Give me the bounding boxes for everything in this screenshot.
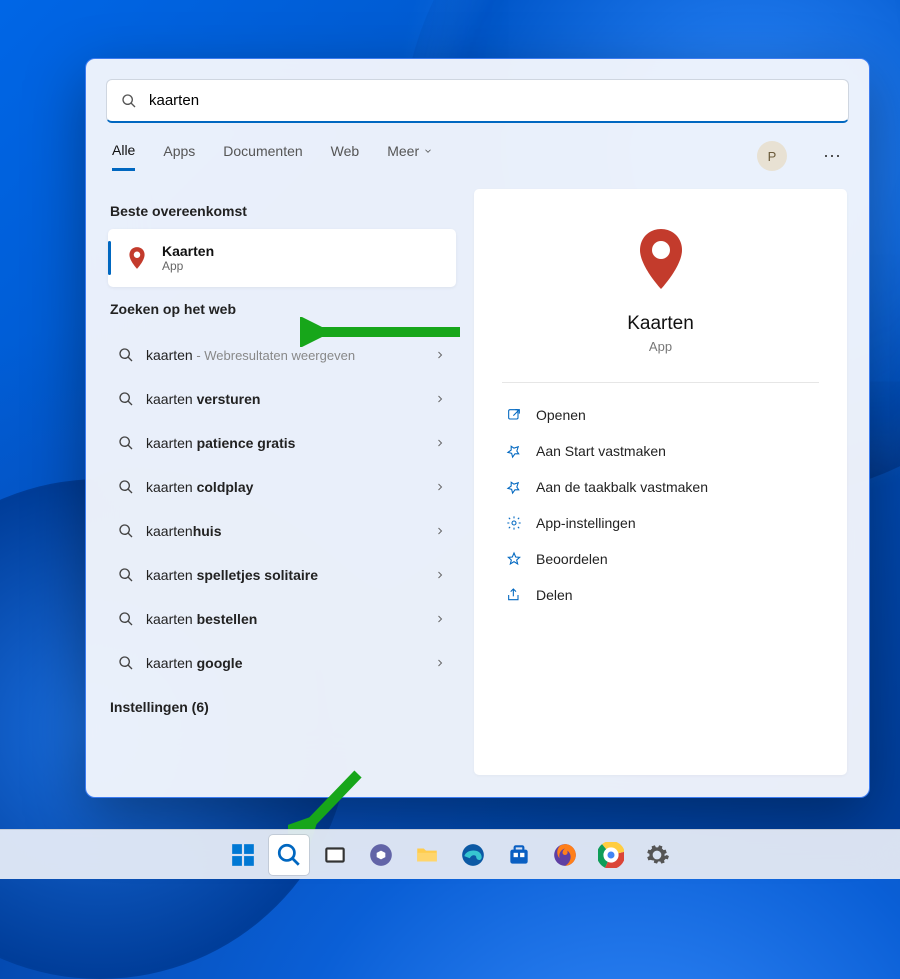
- taskbar: [0, 829, 900, 879]
- web-result-text: kaarten patience gratis: [146, 435, 434, 451]
- action-label: Delen: [536, 587, 573, 603]
- open-icon: [506, 407, 522, 423]
- folder-icon: [414, 842, 440, 868]
- chevron-right-icon: [434, 657, 446, 669]
- best-match-result[interactable]: Kaarten App: [108, 229, 456, 287]
- pin-icon: [506, 479, 522, 495]
- results-column: Beste overeenkomst Kaarten App Zoeken op…: [108, 189, 456, 775]
- search-icon: [276, 842, 302, 868]
- best-match-subtitle: App: [162, 259, 214, 273]
- maps-app-icon: [124, 245, 150, 271]
- tab-web[interactable]: Web: [331, 143, 360, 169]
- action-pin[interactable]: Aan de taakbalk vastmaken: [502, 469, 819, 505]
- chevron-right-icon: [434, 393, 446, 405]
- search-icon: [118, 347, 134, 363]
- edge-icon: [460, 842, 486, 868]
- search-icon: [118, 479, 134, 495]
- more-options-button[interactable]: ⋯: [823, 146, 843, 167]
- search-icon: [118, 567, 134, 583]
- preview-title: Kaarten: [627, 313, 694, 335]
- web-result[interactable]: kaarten patience gratis: [108, 421, 456, 465]
- taskview-icon: [322, 842, 348, 868]
- filter-tabs: Alle Apps Documenten Web Meer P ⋯: [86, 123, 869, 171]
- gear-icon: [644, 842, 670, 868]
- action-label: Beoordelen: [536, 551, 608, 567]
- taskbar-settings[interactable]: [637, 835, 677, 875]
- web-result[interactable]: kaarten bestellen: [108, 597, 456, 641]
- taskbar-edge[interactable]: [453, 835, 493, 875]
- web-result[interactable]: kaartenhuis: [108, 509, 456, 553]
- action-share[interactable]: Delen: [502, 577, 819, 613]
- taskbar-firefox[interactable]: [545, 835, 585, 875]
- chat-icon: [368, 842, 394, 868]
- web-result[interactable]: kaarten google: [108, 641, 456, 685]
- tab-alle[interactable]: Alle: [112, 142, 135, 171]
- store-icon: [506, 842, 532, 868]
- windows-icon: [230, 842, 256, 868]
- taskbar-chat[interactable]: [361, 835, 401, 875]
- web-result-text: kaarten versturen: [146, 391, 434, 407]
- tab-meer[interactable]: Meer: [387, 143, 433, 169]
- search-icon: [118, 611, 134, 627]
- search-box[interactable]: [106, 79, 849, 123]
- chevron-right-icon: [434, 525, 446, 537]
- taskbar-start[interactable]: [223, 835, 263, 875]
- taskbar-taskview[interactable]: [315, 835, 355, 875]
- section-settings[interactable]: Instellingen (6): [110, 699, 454, 715]
- search-icon: [118, 435, 134, 451]
- tab-apps[interactable]: Apps: [163, 143, 195, 169]
- search-input[interactable]: [149, 92, 834, 109]
- tab-documenten[interactable]: Documenten: [223, 143, 302, 169]
- web-result[interactable]: kaarten spelletjes solitaire: [108, 553, 456, 597]
- action-label: Aan Start vastmaken: [536, 443, 666, 459]
- chevron-right-icon: [434, 569, 446, 581]
- preview-subtitle: App: [649, 339, 672, 354]
- web-result-text: kaarten google: [146, 655, 434, 671]
- action-label: Aan de taakbalk vastmaken: [536, 479, 708, 495]
- share-icon: [506, 587, 522, 603]
- action-open[interactable]: Openen: [502, 397, 819, 433]
- chevron-right-icon: [434, 481, 446, 493]
- maps-app-icon-large: [625, 223, 697, 295]
- chevron-down-icon: [423, 146, 433, 156]
- action-label: Openen: [536, 407, 586, 423]
- chrome-icon: [598, 842, 624, 868]
- taskbar-store[interactable]: [499, 835, 539, 875]
- preview-panel: Kaarten App Openen Aan Start vastmaken Aan…: [474, 189, 847, 775]
- web-result-text: kaarten bestellen: [146, 611, 434, 627]
- divider: [502, 382, 819, 383]
- section-web: Zoeken op het web: [110, 301, 454, 317]
- start-search-panel: Alle Apps Documenten Web Meer P ⋯ Beste …: [85, 58, 870, 798]
- user-avatar[interactable]: P: [757, 141, 787, 171]
- star-icon: [506, 551, 522, 567]
- taskbar-chrome[interactable]: [591, 835, 631, 875]
- action-pin[interactable]: Aan Start vastmaken: [502, 433, 819, 469]
- search-icon: [121, 93, 137, 109]
- web-result-text: kaarten spelletjes solitaire: [146, 567, 434, 583]
- section-best-match: Beste overeenkomst: [110, 203, 454, 219]
- chevron-right-icon: [434, 613, 446, 625]
- action-star[interactable]: Beoordelen: [502, 541, 819, 577]
- web-result-text: kaarten - Webresultaten weergeven: [146, 347, 434, 363]
- chevron-right-icon: [434, 349, 446, 361]
- web-result-text: kaarten coldplay: [146, 479, 434, 495]
- taskbar-explorer[interactable]: [407, 835, 447, 875]
- gear-icon: [506, 515, 522, 531]
- action-gear[interactable]: App-instellingen: [502, 505, 819, 541]
- best-match-title: Kaarten: [162, 243, 214, 259]
- search-icon: [118, 655, 134, 671]
- search-icon: [118, 523, 134, 539]
- web-result[interactable]: kaarten - Webresultaten weergeven: [108, 333, 456, 377]
- firefox-icon: [552, 842, 578, 868]
- action-label: App-instellingen: [536, 515, 636, 531]
- web-result[interactable]: kaarten versturen: [108, 377, 456, 421]
- chevron-right-icon: [434, 437, 446, 449]
- taskbar-search[interactable]: [269, 835, 309, 875]
- search-icon: [118, 391, 134, 407]
- web-result-text: kaartenhuis: [146, 523, 434, 539]
- web-result[interactable]: kaarten coldplay: [108, 465, 456, 509]
- pin-icon: [506, 443, 522, 459]
